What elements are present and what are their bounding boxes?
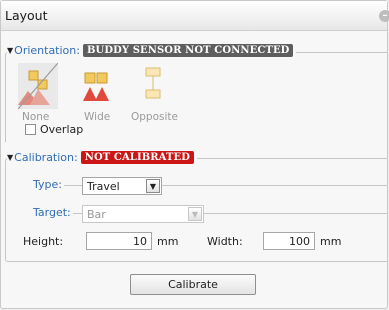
orientation-expand-icon[interactable]: ▼ xyxy=(7,46,13,55)
option-none-label: None xyxy=(22,111,50,123)
calibration-label: Calibration: xyxy=(14,151,78,164)
option-opposite-label: Opposite xyxy=(131,111,178,123)
target-select-value: Bar xyxy=(87,208,106,221)
orientation-option-none[interactable]: None xyxy=(18,63,58,123)
chevron-down-icon[interactable]: ▼ xyxy=(188,207,202,221)
panel-header[interactable]: Layout – xyxy=(1,1,389,31)
orientation-wide-icon xyxy=(83,72,109,101)
type-separator xyxy=(19,185,387,186)
orientation-opposite-icon xyxy=(145,67,161,99)
height-input[interactable]: 10 xyxy=(86,232,152,250)
panel-title: Layout xyxy=(5,8,48,23)
collapse-icon[interactable]: – xyxy=(379,10,389,22)
orientation-none-icon xyxy=(18,63,58,109)
orientation-legend[interactable]: ▼ Orientation: BUDDY SENSOR NOT CONNECTE… xyxy=(7,44,297,57)
type-select[interactable]: Travel ▼ xyxy=(82,177,162,195)
option-wide-label: Wide xyxy=(84,111,111,123)
orientation-status-badge: BUDDY SENSOR NOT CONNECTED xyxy=(82,44,294,57)
calibration-legend[interactable]: ▼ Calibration: NOT CALIBRATED xyxy=(7,151,198,164)
target-select[interactable]: Bar ▼ xyxy=(82,205,204,223)
width-input[interactable]: 100 xyxy=(263,232,315,250)
calibration-expand-icon[interactable]: ▼ xyxy=(7,153,13,162)
width-unit: mm xyxy=(320,235,342,248)
height-label: Height: xyxy=(23,235,64,248)
calibration-status-badge: NOT CALIBRATED xyxy=(80,151,195,164)
overlap-label: Overlap xyxy=(40,123,84,136)
width-label: Width: xyxy=(207,235,243,248)
orientation-option-opposite[interactable]: Opposite xyxy=(131,63,181,123)
height-unit: mm xyxy=(157,235,179,248)
target-label: Target: xyxy=(19,206,73,219)
layout-panel: Layout – ▼ Orientation: BUDDY SENSOR NOT… xyxy=(0,0,389,309)
chevron-down-icon[interactable]: ▼ xyxy=(146,179,160,193)
type-label: Type: xyxy=(19,178,64,191)
orientation-label: Orientation: xyxy=(14,44,80,57)
type-select-value: Travel xyxy=(87,180,120,193)
calibrate-button[interactable]: Calibrate xyxy=(130,274,256,295)
orientation-option-wide[interactable]: Wide xyxy=(81,63,121,123)
overlap-checkbox[interactable] xyxy=(25,124,36,135)
